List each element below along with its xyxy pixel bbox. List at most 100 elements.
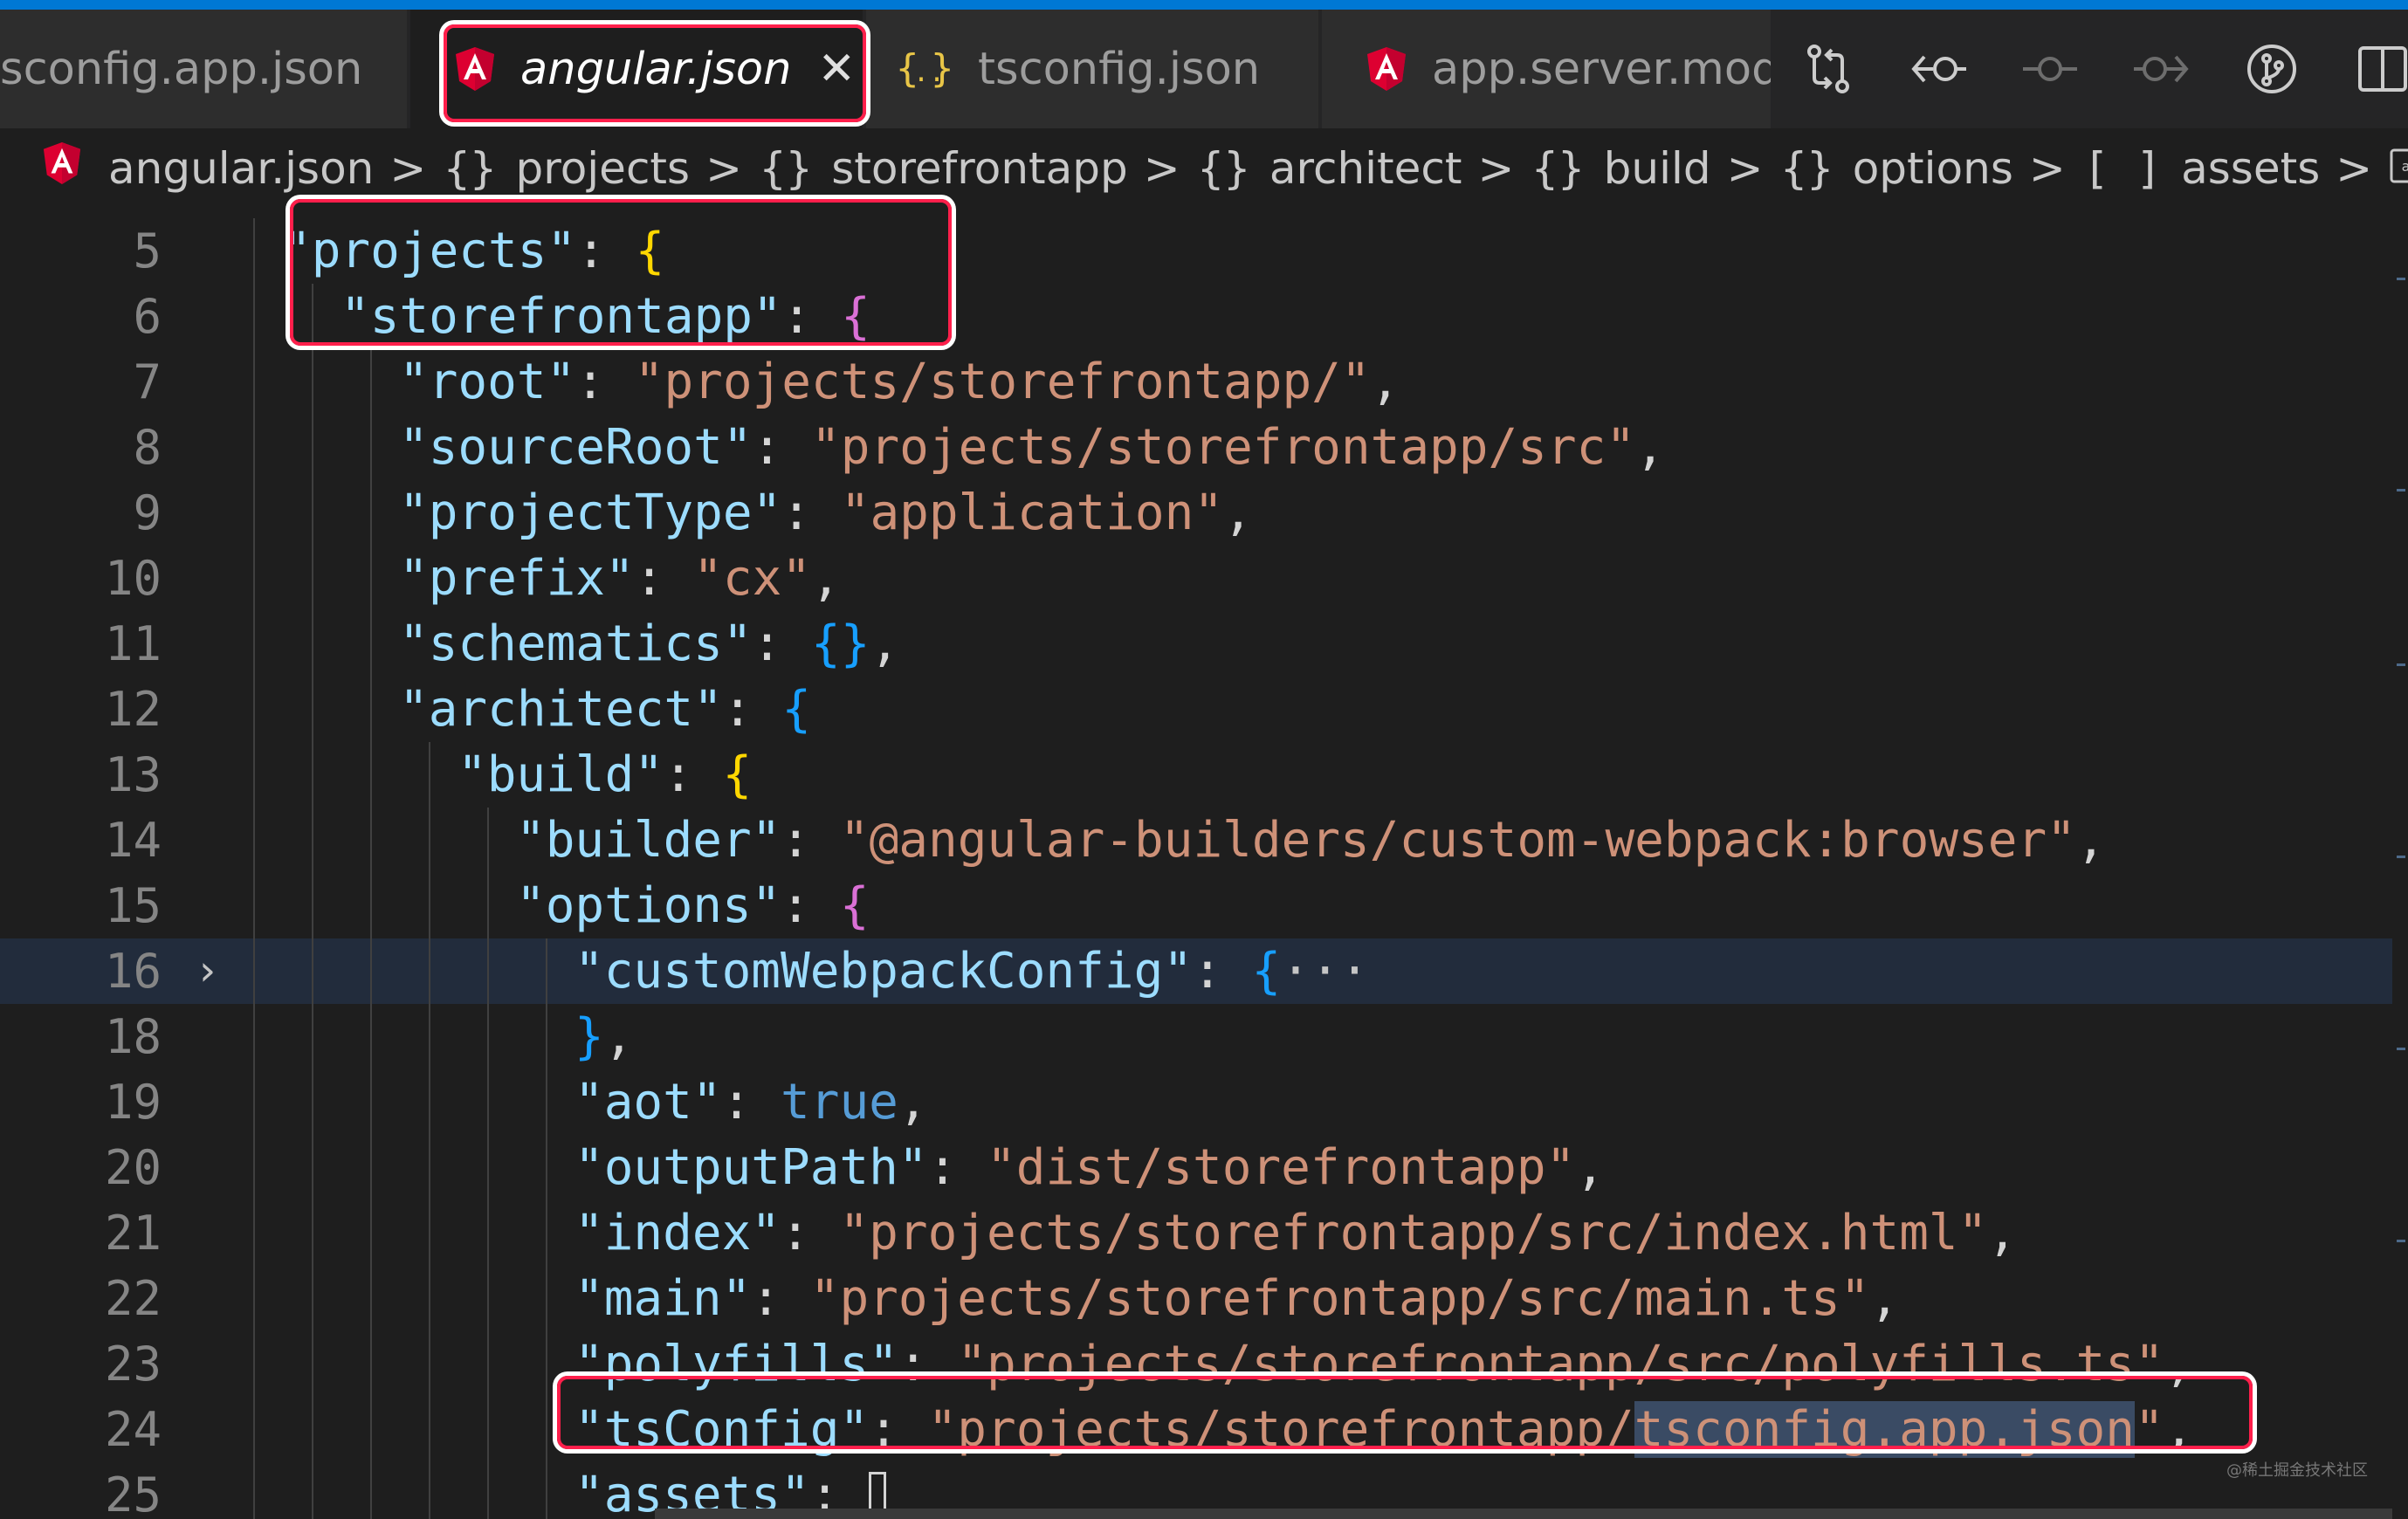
compare-changes-icon[interactable] [1772, 10, 1883, 128]
breadcrumb-item-file[interactable]: angular.json [42, 141, 374, 196]
code-line[interactable]: 6 "storefrontapp": { [0, 284, 2392, 349]
code-line[interactable]: 10 "prefix": "cx", [0, 546, 2392, 611]
json-braces-icon: {..} [896, 46, 953, 92]
go-forward-icon[interactable] [2105, 10, 2216, 128]
code-token: "projects/storefrontapp/src/main.ts" [809, 1270, 1870, 1327]
code-token: true [781, 1074, 898, 1131]
code-line[interactable]: 24 "tsConfig": "projects/storefrontapp/ts… [0, 1397, 2392, 1462]
code-token: , [603, 1008, 634, 1065]
breadcrumb-item-0[interactable]: abc 0 [2390, 143, 2408, 194]
close-icon[interactable]: ✕ [817, 43, 856, 95]
go-back-icon[interactable] [1883, 10, 1994, 128]
editor-actions [1772, 10, 2408, 128]
code-line[interactable]: 12 "architect": { [0, 677, 2392, 742]
indent-guide [312, 1069, 313, 1135]
indent-guide [429, 1266, 430, 1331]
code-line[interactable]: 21 "index": "projects/storefrontapp/src/i… [0, 1200, 2392, 1266]
chevron-right-icon: > [1143, 143, 1180, 194]
code-line[interactable]: 23 "polyfills": "projects/storefrontapp/s… [0, 1331, 2392, 1397]
breadcrumb-label: architect [1269, 143, 1462, 194]
indent-guide [429, 1135, 430, 1200]
tab-angular-json[interactable]: angular.json ✕ [410, 10, 864, 128]
indent-guide [546, 1200, 547, 1266]
line-number: 11 [104, 616, 162, 671]
split-editor-icon[interactable] [2327, 10, 2408, 128]
code-line[interactable]: 16 › "customWebpackConfig": {··· [0, 938, 2392, 1004]
indent-guide [546, 1397, 547, 1462]
indent-guide [253, 1266, 255, 1331]
code-token: } [574, 1008, 604, 1065]
chevron-right-icon: > [1726, 143, 1764, 194]
code-line[interactable]: 11 "schematics": {}, [0, 611, 2392, 677]
breadcrumb-label: assets [2181, 143, 2321, 194]
indent-guide [546, 1266, 547, 1331]
indent-guide [253, 1331, 255, 1397]
indent-guide [487, 938, 489, 1004]
breadcrumb-item-build[interactable]: {} build [1531, 143, 1710, 194]
indent-guide [253, 218, 255, 284]
indent-guide [312, 349, 313, 415]
indent-guide [370, 546, 372, 611]
indent-guide [312, 284, 313, 349]
code-text: "storefrontapp": { [341, 284, 870, 349]
fold-chevron-icon[interactable]: › [199, 938, 216, 1004]
code-token: "main" [574, 1270, 752, 1327]
code-line[interactable]: 5 "projects": { [0, 218, 2392, 284]
minimap-marker [2397, 1240, 2405, 1242]
breadcrumb-item-assets[interactable]: [ ] assets [2083, 143, 2320, 194]
horizontal-scrollbar[interactable] [655, 1509, 2392, 1519]
breadcrumb-item-architect[interactable]: {} architect [1198, 143, 1462, 194]
code-token: , [898, 1074, 928, 1131]
code-token: { [781, 681, 812, 738]
indent-guide [312, 1266, 313, 1331]
angular-icon [1366, 46, 1407, 92]
line-number: 20 [104, 1140, 162, 1195]
indent-guide [546, 1462, 547, 1519]
breadcrumb-item-projects[interactable]: {} projects [444, 143, 690, 194]
code-token: "builder" [516, 812, 781, 869]
indent-guide [370, 415, 372, 480]
indent-guide [312, 873, 313, 938]
code-line[interactable]: 22 "main": "projects/storefrontapp/src/ma… [0, 1266, 2392, 1331]
indent-guide [312, 480, 313, 546]
git-branch-icon[interactable] [2216, 10, 2327, 128]
code-line[interactable]: 13 "build": { [0, 742, 2392, 808]
code-token: tsconfig.app.json [1634, 1401, 2135, 1458]
indent-guide [487, 1331, 489, 1397]
code-line[interactable]: 7 "root": "projects/storefrontapp/", [0, 349, 2392, 415]
code-line[interactable]: 8 "sourceRoot": "projects/storefrontapp/s… [0, 415, 2392, 480]
code-line[interactable]: 14 "builder": "@angular-builders/custom-w… [0, 808, 2392, 873]
line-number: 5 [133, 223, 162, 278]
code-token: : [752, 419, 812, 476]
indent-guide [429, 1069, 430, 1135]
indent-guide [370, 1200, 372, 1266]
code-line[interactable]: 9 "projectType": "application", [0, 480, 2392, 546]
tab-app-server-module[interactable]: app.server.modu [1322, 10, 1772, 128]
code-line[interactable]: 19 "aot": true, [0, 1069, 2392, 1135]
indent-guide [253, 1069, 255, 1135]
breadcrumb-item-storefrontapp[interactable]: {} storefrontapp [760, 143, 1128, 194]
indent-guide [546, 938, 547, 1004]
open-changes-icon[interactable] [1994, 10, 2105, 128]
object-icon: {} [1531, 143, 1585, 194]
indent-guide [312, 742, 313, 808]
line-number: 15 [104, 878, 162, 933]
code-line[interactable]: 15 "options": { [0, 873, 2392, 938]
indent-guide [370, 480, 372, 546]
line-number: 8 [133, 420, 162, 475]
tab-label: angular.json [520, 43, 792, 95]
tab-tsconfig-app-json[interactable]: sconfig.app.json [0, 10, 409, 128]
code-text: "outputPath": "dist/storefrontapp", [574, 1135, 1605, 1200]
indent-guide [370, 808, 372, 873]
indent-guide [546, 1331, 547, 1397]
code-editor[interactable]: 5 "projects": {6 "storefrontapp": {7 "root"… [0, 209, 2392, 1519]
breadcrumb-item-options[interactable]: {} options [1781, 143, 2013, 194]
line-number: 19 [104, 1075, 162, 1130]
code-token: "dist/storefrontapp" [987, 1139, 1576, 1196]
indent-guide [312, 1200, 313, 1266]
minimap[interactable] [2392, 209, 2408, 1519]
code-line[interactable]: 18}, [0, 1004, 2392, 1069]
breadcrumb: angular.json > {} projects > {} storefro… [0, 128, 2408, 209]
code-line[interactable]: 20 "outputPath": "dist/storefrontapp", [0, 1135, 2392, 1200]
tab-tsconfig-json[interactable]: {..} tsconfig.json [866, 10, 1320, 128]
